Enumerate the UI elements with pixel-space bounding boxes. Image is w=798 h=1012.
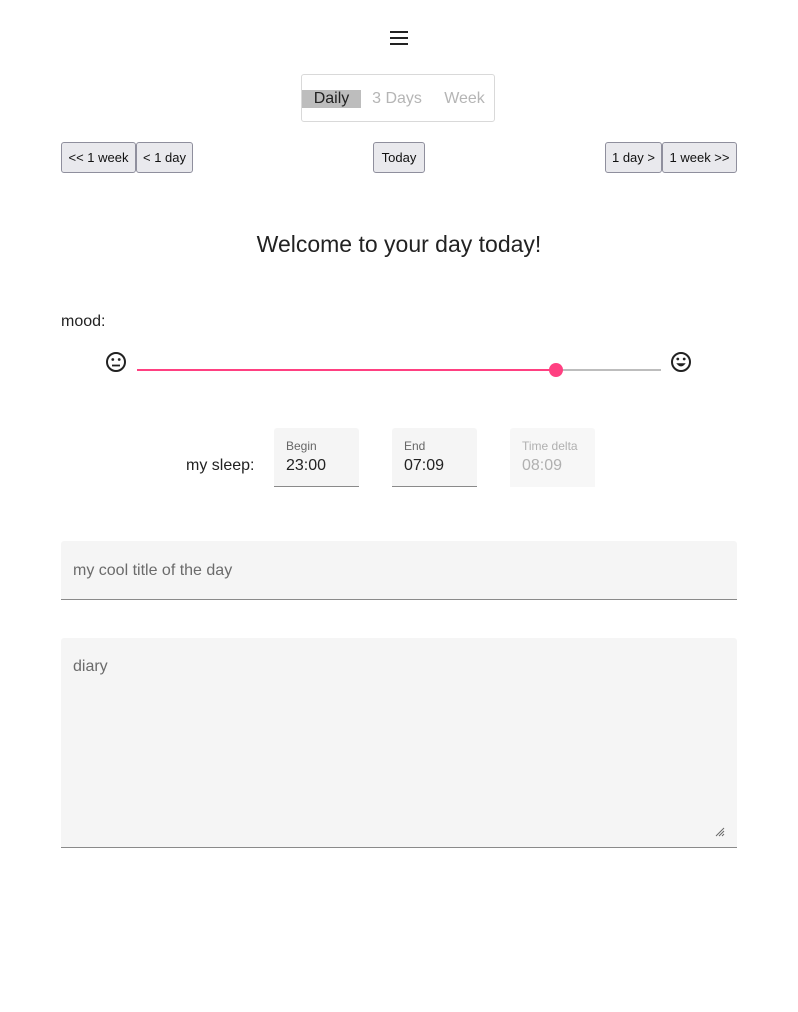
diary-field[interactable] bbox=[61, 638, 737, 848]
view-switcher: Daily 3 Days Week bbox=[301, 74, 495, 122]
sleep-end-label: End bbox=[404, 439, 426, 453]
sleep-end-field[interactable]: End bbox=[392, 428, 477, 487]
sleep-delta-input bbox=[522, 457, 587, 475]
menu-line bbox=[390, 37, 408, 39]
page: Daily 3 Days Week << 1 week < 1 day Toda… bbox=[0, 0, 798, 1012]
smiling-face-icon bbox=[671, 352, 691, 372]
view-option-3-days[interactable]: 3 Days bbox=[367, 90, 427, 108]
day-title-field[interactable] bbox=[61, 541, 737, 600]
back-day-button[interactable]: < 1 day bbox=[136, 142, 193, 173]
forward-day-button[interactable]: 1 day > bbox=[605, 142, 662, 173]
forward-week-button[interactable]: 1 week >> bbox=[662, 142, 737, 173]
neutral-face-icon bbox=[106, 352, 126, 372]
back-week-button[interactable]: << 1 week bbox=[61, 142, 136, 173]
hamburger-menu-icon[interactable] bbox=[387, 29, 411, 47]
page-title: Welcome to your day today! bbox=[256, 231, 542, 257]
today-button[interactable]: Today bbox=[373, 142, 425, 173]
day-title-input[interactable] bbox=[73, 562, 713, 580]
mood-label: mood: bbox=[61, 313, 106, 330]
menu-line bbox=[390, 43, 408, 45]
mood-slider-thumb[interactable] bbox=[549, 363, 564, 377]
sleep-delta-label: Time delta bbox=[522, 439, 578, 453]
mood-slider-fill bbox=[137, 369, 557, 371]
diary-textarea[interactable] bbox=[73, 658, 723, 834]
view-option-daily[interactable]: Daily bbox=[302, 90, 361, 108]
resize-handle-icon[interactable] bbox=[715, 827, 725, 837]
sleep-begin-label: Begin bbox=[286, 439, 317, 453]
sleep-begin-field[interactable]: Begin bbox=[274, 428, 359, 487]
sleep-begin-input[interactable] bbox=[286, 457, 351, 475]
mood-slider[interactable] bbox=[137, 363, 661, 377]
sleep-label: my sleep: bbox=[186, 457, 255, 474]
sleep-delta-field: Time delta bbox=[510, 428, 595, 487]
sleep-end-input[interactable] bbox=[404, 457, 469, 475]
view-option-week[interactable]: Week bbox=[437, 90, 492, 108]
menu-line bbox=[390, 31, 408, 33]
